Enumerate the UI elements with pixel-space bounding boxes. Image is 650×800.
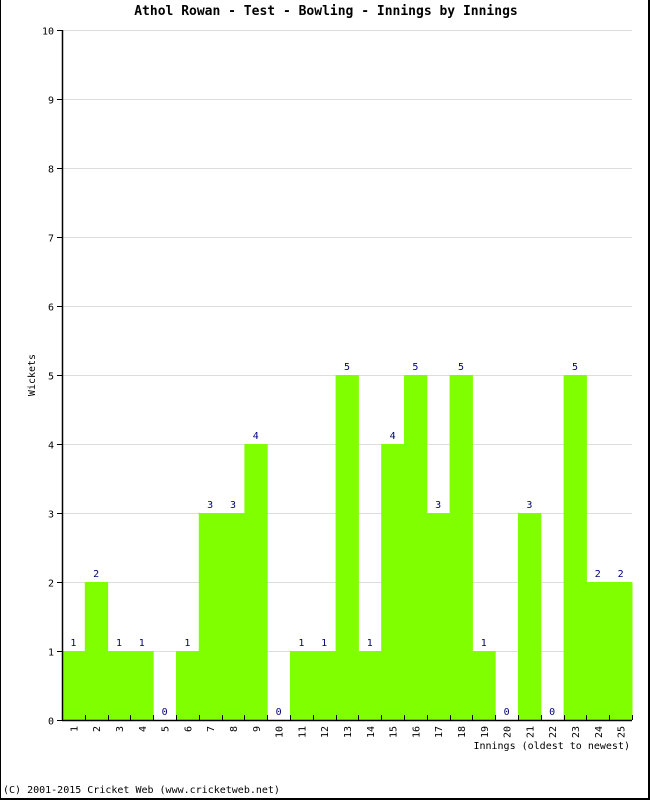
bar — [563, 375, 587, 720]
value-label: 0 — [162, 707, 168, 718]
x-tick-label: 8 — [229, 726, 240, 732]
x-tick-label: 5 — [161, 726, 172, 732]
x-tick-label: 14 — [366, 726, 377, 738]
x-tick-label: 20 — [503, 726, 514, 738]
x-tick-label: 23 — [571, 726, 582, 738]
chart-plot: 0123456789101 2 3 4 5 6 7 8 9 10 11 12 13 14 15 16 17 18 1… — [27, 27, 633, 752]
value-label: 0 — [549, 707, 555, 718]
bar — [244, 444, 268, 720]
bar — [312, 651, 337, 720]
value-label: 0 — [276, 707, 282, 718]
x-tick-label: 13 — [343, 726, 354, 738]
y-tick-label: 3 — [48, 510, 54, 521]
x-tick-label: 7 — [206, 726, 217, 732]
bar — [426, 513, 451, 720]
value-label: 1 — [184, 638, 190, 649]
chart-frame: Athol Rowan - Test - Bowling - Innings b… — [0, 0, 650, 800]
value-label: 1 — [116, 638, 122, 649]
x-tick-label: 4 — [138, 726, 149, 732]
y-tick-label: 5 — [48, 372, 54, 383]
x-tick-label: 17 — [434, 726, 445, 738]
bar — [107, 651, 131, 720]
x-tick-label: 24 — [594, 726, 605, 738]
y-tick-label: 10 — [42, 27, 54, 38]
bar — [84, 582, 109, 720]
value-label: 3 — [207, 500, 213, 511]
bar — [449, 375, 473, 720]
x-tick-label: 10 — [275, 726, 286, 738]
x-tick-label: 3 — [115, 726, 126, 732]
x-tick-label: 18 — [457, 726, 468, 738]
y-tick-label: 8 — [48, 165, 54, 176]
value-label: 3 — [526, 500, 532, 511]
value-label: 4 — [390, 431, 396, 442]
value-label: 1 — [321, 638, 327, 649]
x-tick-label: 11 — [297, 726, 308, 738]
x-tick-label: 9 — [252, 726, 263, 732]
value-label: 5 — [412, 362, 418, 373]
value-label: 0 — [504, 707, 510, 718]
value-label: 5 — [344, 362, 350, 373]
bar — [609, 582, 633, 720]
y-tick-label: 7 — [48, 234, 54, 245]
bar — [518, 513, 542, 720]
value-label: 5 — [572, 362, 578, 373]
value-label: 2 — [618, 569, 624, 580]
x-tick-label: 19 — [480, 726, 491, 738]
x-tick-label: 12 — [320, 726, 331, 738]
x-tick-label: 1 — [69, 726, 80, 732]
x-tick-label: 21 — [525, 726, 536, 738]
y-tick-label: 2 — [48, 579, 54, 590]
value-label: 2 — [595, 569, 601, 580]
bar — [358, 651, 382, 720]
bar — [62, 651, 86, 720]
bar — [335, 375, 359, 720]
value-label: 1 — [70, 638, 76, 649]
bar — [221, 513, 245, 720]
x-tick-label: 16 — [411, 726, 422, 738]
value-label: 5 — [458, 362, 464, 373]
bar — [130, 651, 154, 720]
bar — [176, 651, 200, 720]
bar — [404, 375, 428, 720]
bars — [62, 375, 633, 720]
value-label: 3 — [230, 500, 236, 511]
y-tick-label: 4 — [48, 441, 54, 452]
x-tick-label: 22 — [548, 726, 559, 738]
bar — [381, 444, 405, 720]
y-tick-label: 9 — [48, 96, 54, 107]
value-label: 2 — [93, 569, 99, 580]
bar — [586, 582, 610, 720]
y-axis-title: Wickets — [27, 354, 38, 396]
bar — [472, 651, 496, 720]
y-tick-label: 6 — [48, 303, 54, 314]
x-tick-label: 15 — [389, 726, 400, 738]
value-label: 3 — [435, 500, 441, 511]
value-label: 1 — [481, 638, 487, 649]
value-label: 1 — [139, 638, 145, 649]
value-label: 4 — [253, 431, 259, 442]
y-tick-label: 0 — [48, 717, 54, 728]
x-axis-title: Innings (oldest to newest) — [473, 741, 630, 752]
value-label: 1 — [298, 638, 304, 649]
x-tick-label: 2 — [92, 726, 103, 732]
copyright-text: (C) 2001-2015 Cricket Web (www.cricketwe… — [3, 785, 280, 796]
x-tick-label: 6 — [183, 726, 194, 732]
x-tick-label: 25 — [617, 726, 628, 738]
bar — [198, 513, 223, 720]
y-tick-label: 1 — [48, 648, 54, 659]
value-label: 1 — [367, 638, 373, 649]
bar — [290, 651, 314, 720]
